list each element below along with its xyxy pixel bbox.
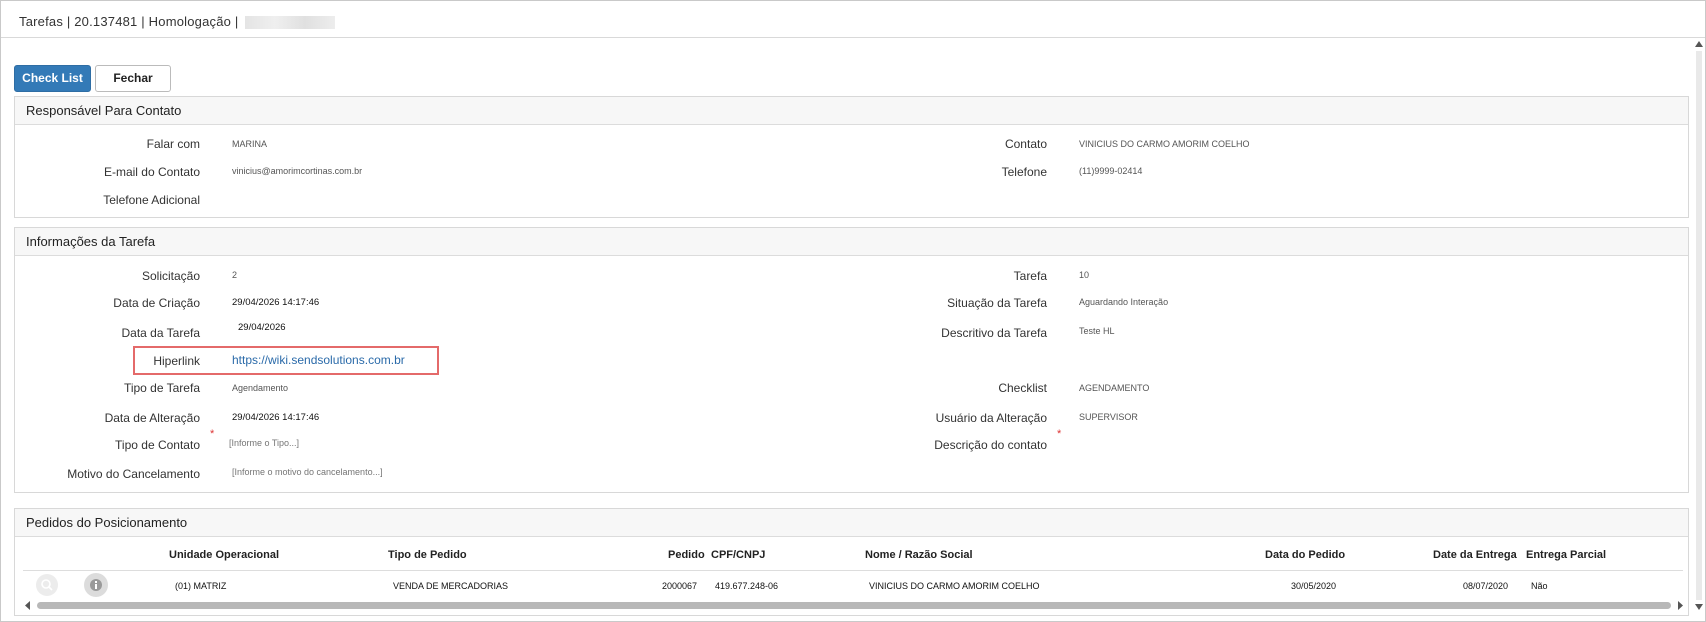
data-alteracao-label: Data de Alteração: [104, 411, 200, 425]
falar-com-label: Falar com: [146, 137, 200, 151]
orders-panel-title: Pedidos do Posicionamento: [15, 509, 1688, 537]
data-alteracao-value: 29/04/2026 14:17:46: [232, 412, 320, 423]
telefone-label: Telefone: [1001, 165, 1047, 179]
scroll-down-icon[interactable]: [1694, 602, 1704, 612]
checklist-label: Checklist: [998, 381, 1047, 395]
contact-panel-title: Responsável Para Contato: [15, 97, 1688, 125]
contato-label: Contato: [1004, 137, 1047, 151]
info-icon[interactable]: [84, 573, 108, 597]
email-value: vinicius@amorimcortinas.com.br: [232, 166, 363, 176]
col-data-entrega[interactable]: Date da Entrega: [1433, 549, 1517, 561]
tipo-tarefa-value: Agendamento: [232, 383, 289, 393]
cell-nome: VINICIUS DO CARMO AMORIM COELHO: [869, 581, 1040, 591]
tipo-contato-input[interactable]: [229, 438, 489, 448]
col-nome[interactable]: Nome / Razão Social: [865, 549, 973, 561]
horizontal-scrollbar[interactable]: [23, 600, 1685, 611]
situacao-label: Situação da Tarefa: [947, 296, 1047, 310]
data-criacao-value: 29/04/2026 14:17:46: [232, 297, 320, 308]
cell-cpf-cnpj: 419.677.248-06: [715, 581, 779, 591]
vertical-scrollbar-track[interactable]: [1696, 51, 1702, 600]
descricao-contato-required-mark: *: [1057, 428, 1062, 440]
data-criacao-label: Data de Criação: [113, 296, 200, 310]
check-list-button[interactable]: Check List: [14, 65, 91, 92]
scroll-right-icon[interactable]: [1675, 600, 1685, 611]
search-icon[interactable]: [36, 574, 58, 596]
tipo-contato-required-mark: *: [210, 428, 215, 440]
contact-panel: Responsável Para Contato: [14, 96, 1689, 218]
col-cpf-cnpj[interactable]: CPF/CNPJ: [711, 549, 765, 561]
telefone-value: (11)9999-02414: [1079, 166, 1143, 176]
checklist-value: AGENDAMENTO: [1079, 383, 1150, 393]
task-info-panel-title: Informações da Tarefa: [15, 228, 1688, 256]
close-button[interactable]: Fechar: [95, 65, 171, 92]
solicitacao-value: 2: [232, 270, 238, 280]
contato-value: VINICIUS DO CARMO AMORIM COELHO: [1079, 139, 1250, 149]
col-entrega-parcial[interactable]: Entrega Parcial: [1526, 549, 1606, 561]
window-title-text: Tarefas | 20.137481 | Homologação |: [19, 14, 239, 29]
cell-pedido: 2000067: [662, 581, 698, 591]
hiperlink-label: Hiperlink: [153, 354, 200, 368]
motivo-cancelamento-label: Motivo do Cancelamento: [67, 467, 200, 481]
scroll-left-icon[interactable]: [23, 600, 33, 611]
cell-tipo-pedido: VENDA DE MERCADORIAS: [393, 581, 509, 591]
scroll-up-icon[interactable]: [1694, 39, 1704, 49]
falar-com-value: MARINA: [232, 139, 268, 149]
usuario-alteracao-value: SUPERVISOR: [1079, 412, 1138, 422]
vertical-scrollbar[interactable]: [1694, 37, 1704, 614]
tarefa-value: 10: [1079, 270, 1090, 280]
window-title: Tarefas | 20.137481 | Homologação |: [19, 14, 335, 30]
cell-unidade: (01) MATRIZ: [175, 581, 227, 591]
cell-data-entrega: 08/07/2020: [1463, 581, 1509, 591]
title-bar: Tarefas | 20.137481 | Homologação |: [1, 1, 1705, 38]
col-tipo-pedido[interactable]: Tipo de Pedido: [388, 549, 467, 561]
motivo-cancelamento-input[interactable]: [232, 467, 492, 477]
usuario-alteracao-label: Usuário da Alteração: [935, 411, 1047, 425]
tipo-contato-label: Tipo de Contato: [115, 438, 200, 452]
tarefa-label: Tarefa: [1013, 269, 1047, 283]
col-pedido[interactable]: Pedido: [668, 549, 705, 561]
descritivo-value: Teste HL: [1079, 326, 1115, 336]
descricao-contato-label: Descrição do contato: [934, 438, 1047, 452]
situacao-value: Aguardando Interação: [1079, 297, 1169, 307]
telefone-adicional-label: Telefone Adicional: [103, 193, 200, 207]
data-tarefa-value: 29/04/2026: [238, 322, 286, 333]
col-unidade[interactable]: Unidade Operacional: [169, 549, 279, 561]
horizontal-scrollbar-thumb[interactable]: [37, 602, 1671, 609]
email-label: E-mail do Contato: [103, 165, 200, 179]
redacted-text: [244, 16, 335, 30]
cell-data-pedido: 30/05/2020: [1291, 581, 1337, 591]
col-data-pedido[interactable]: Data do Pedido: [1265, 549, 1345, 561]
tipo-tarefa-label: Tipo de Tarefa: [123, 381, 200, 395]
solicitacao-label: Solicitação: [141, 269, 200, 283]
data-tarefa-label: Data da Tarefa: [121, 326, 201, 340]
descritivo-label: Descritivo da Tarefa: [941, 326, 1047, 340]
hiperlink-link[interactable]: https://wiki.sendsolutions.com.br: [232, 353, 405, 367]
cell-entrega-parcial: Não: [1531, 581, 1548, 591]
